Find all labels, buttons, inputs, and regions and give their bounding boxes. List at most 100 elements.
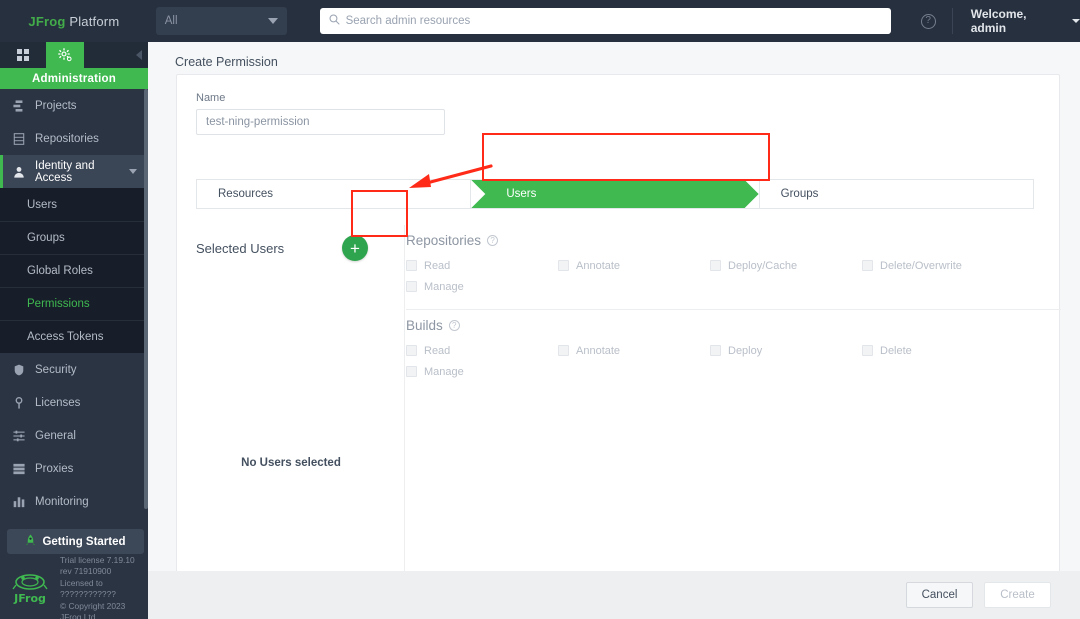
create-button: Create: [984, 582, 1051, 608]
sidebar-item-label: Proxies: [35, 462, 74, 475]
permission-checkbox-deploy-cache[interactable]: Deploy/Cache: [710, 255, 862, 276]
topbar-divider: [951, 8, 953, 34]
sidebar-item-label: Projects: [35, 99, 77, 112]
permission-checkbox-read[interactable]: Read: [406, 340, 558, 361]
sidebar-item-monitoring[interactable]: Monitoring: [0, 485, 148, 518]
scope-dropdown[interactable]: All: [155, 7, 287, 35]
sidebar-subitem-label: Users: [27, 198, 58, 211]
name-label: Name: [196, 92, 226, 104]
create-label: Create: [1000, 589, 1035, 601]
checkbox-icon[interactable]: [406, 366, 417, 377]
empty-state-message: No Users selected: [241, 457, 341, 469]
sidebar-app-switcher: [0, 42, 148, 68]
permission-checkbox-deploy[interactable]: Deploy: [710, 340, 862, 361]
sidebar-item-global-roles[interactable]: Global Roles: [0, 254, 148, 287]
permissions-pane: Repositories ? Read Annotate Deploy/Cach…: [406, 225, 1061, 394]
license-line-6: JFrog Ltd: [60, 612, 96, 619]
checkbox-icon[interactable]: [558, 345, 569, 356]
permission-checkbox-annotate[interactable]: Annotate: [558, 340, 710, 361]
license-text: Trial license 7.19.10 rev 71910900 Licen…: [60, 555, 135, 619]
sidebar-subitem-label: Global Roles: [27, 265, 93, 277]
name-input[interactable]: [196, 109, 445, 135]
help-icon[interactable]: ?: [448, 320, 460, 331]
help-icon[interactable]: ?: [920, 13, 936, 29]
chevron-down-icon: [267, 18, 278, 24]
help-glyph: ?: [452, 320, 457, 330]
sidebar-subnav: Users Groups Global Roles Permissions Ac…: [0, 188, 148, 353]
help-icon[interactable]: ?: [487, 235, 499, 246]
checkbox-icon[interactable]: [862, 345, 873, 356]
permission-checkbox-delete-overwrite[interactable]: Delete/Overwrite: [862, 255, 1014, 276]
permission-row: Manage: [406, 361, 1061, 382]
tab-resources[interactable]: Resources: [197, 180, 471, 208]
checkbox-icon[interactable]: [862, 260, 873, 271]
cancel-button[interactable]: Cancel: [906, 582, 973, 608]
sidebar-item-licenses[interactable]: Licenses: [0, 386, 148, 419]
permission-checkbox-manage[interactable]: Manage: [406, 276, 558, 297]
permission-checkbox-manage[interactable]: Manage: [406, 361, 558, 382]
jfrog-logo-icon: JFrog: [10, 555, 54, 619]
card-footer: Cancel Create: [148, 571, 1080, 619]
checkbox-icon[interactable]: [406, 281, 417, 292]
sidebar-item-groups[interactable]: Groups: [0, 221, 148, 254]
permission-label: Read: [424, 344, 451, 357]
sidebar-item-label: Licenses: [35, 396, 81, 409]
sidebar-item-users[interactable]: Users: [0, 188, 148, 221]
apps-grid-icon[interactable]: [0, 48, 46, 62]
checkbox-icon[interactable]: [406, 345, 417, 356]
search-input[interactable]: [345, 15, 882, 27]
sidebar-item-permissions[interactable]: Permissions: [0, 287, 148, 320]
license-info: JFrog Trial license 7.19.10 rev 71910900…: [0, 555, 148, 619]
permission-checkbox-read[interactable]: Read: [406, 255, 558, 276]
search-icon: [329, 12, 340, 30]
main-content: Create Permission Name Resources Users G…: [148, 42, 1080, 619]
sidebar-item-general[interactable]: General: [0, 419, 148, 452]
sidebar-item-security[interactable]: Security: [0, 353, 148, 386]
tab-users[interactable]: Users: [471, 180, 758, 208]
checkbox-icon[interactable]: [558, 260, 569, 271]
tab-divider: [470, 180, 472, 208]
user-icon: [13, 166, 35, 178]
tab-groups[interactable]: Groups: [759, 180, 1033, 208]
sidebar-collapse-icon[interactable]: [136, 50, 142, 60]
license-line-4: ????????????: [60, 589, 116, 600]
bar-chart-icon: [13, 496, 35, 508]
license-line-1: Trial license 7.19.10: [60, 555, 135, 565]
sidebar: Administration Projects Repositories Ide…: [0, 42, 148, 619]
sidebar-section-title: Administration: [0, 68, 148, 89]
checkbox-icon[interactable]: [710, 260, 721, 271]
permission-label: Deploy/Cache: [728, 259, 798, 272]
sidebar-item-label: General: [35, 429, 76, 442]
permission-checkbox-annotate[interactable]: Annotate: [558, 255, 710, 276]
brand-logo[interactable]: JFrog Platform: [0, 14, 148, 29]
rocket-icon: [25, 534, 36, 550]
plus-icon: +: [350, 238, 360, 258]
sidebar-subitem-label: Access Tokens: [27, 331, 104, 343]
projects-icon: [13, 99, 35, 112]
permission-label: Annotate: [576, 344, 621, 357]
sidebar-item-label: Repositories: [35, 132, 99, 145]
tab-label: Groups: [780, 188, 819, 200]
permission-label: Annotate: [576, 259, 621, 272]
user-menu[interactable]: Welcome, admin: [971, 7, 1080, 35]
checkbox-icon[interactable]: [710, 345, 721, 356]
add-user-button[interactable]: +: [342, 235, 368, 261]
license-line-5: © Copyright 2023: [60, 600, 126, 611]
permission-checkbox-delete[interactable]: Delete: [862, 340, 1014, 361]
sidebar-item-proxies[interactable]: Proxies: [0, 452, 148, 485]
selected-users-pane: Selected Users + No Users selected: [177, 225, 405, 619]
sidebar-item-identity-and-access[interactable]: Identity and Access: [0, 155, 148, 188]
getting-started-button[interactable]: Getting Started: [7, 529, 144, 554]
sidebar-item-label: Monitoring: [35, 495, 89, 508]
checkbox-icon[interactable]: [406, 260, 417, 271]
search-box[interactable]: [319, 8, 891, 34]
repositories-icon: [13, 132, 35, 145]
permission-group-title: Repositories: [406, 233, 482, 248]
permission-tabs: Resources Users Groups: [196, 179, 1034, 209]
sidebar-item-access-tokens[interactable]: Access Tokens: [0, 320, 148, 353]
administration-gear-icon[interactable]: [46, 42, 84, 68]
sidebar-item-repositories[interactable]: Repositories: [0, 122, 148, 155]
sidebar-item-projects[interactable]: Projects: [0, 89, 148, 122]
permission-label: Deploy: [728, 344, 763, 357]
sidebar-subitem-label: Groups: [27, 232, 65, 244]
